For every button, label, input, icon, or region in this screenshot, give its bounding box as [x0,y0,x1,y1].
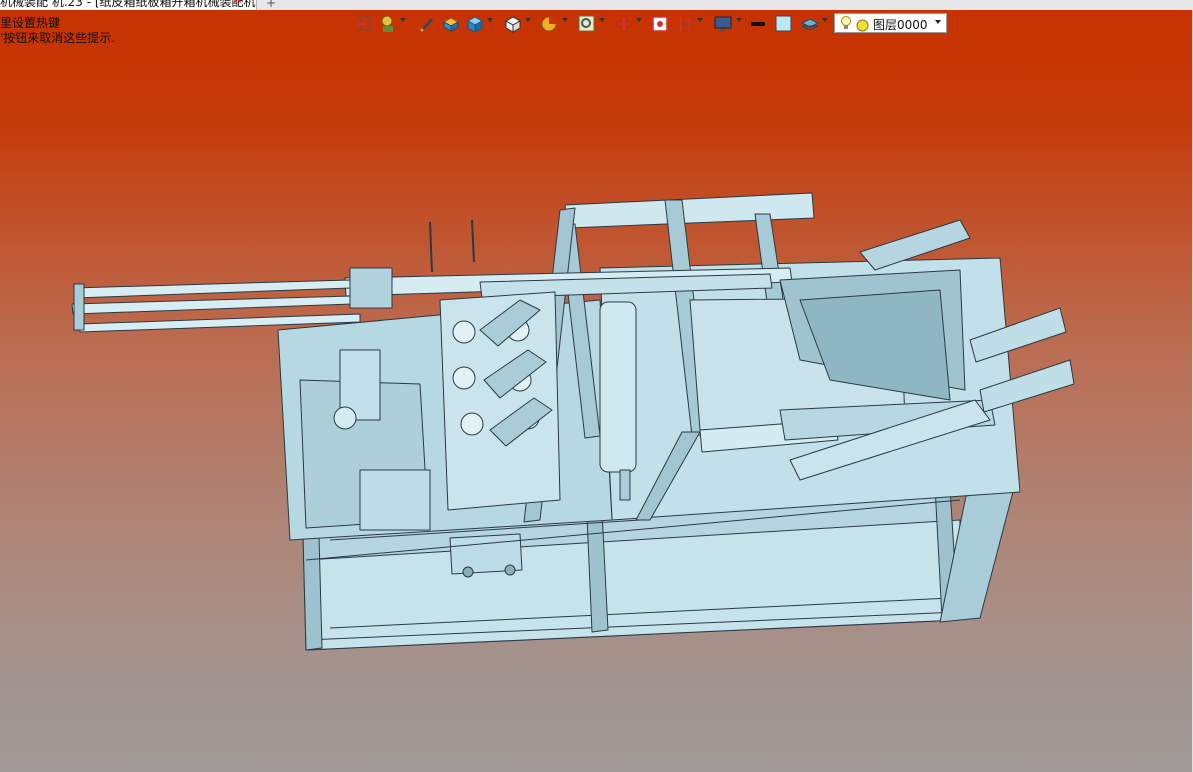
roller [460,412,484,436]
cad-model-viewport[interactable] [0,0,1193,772]
left-lower-block [359,469,431,531]
wheel [462,566,474,578]
roller [452,366,476,390]
vertical-rod [471,219,475,263]
guide-rod [71,295,353,315]
roller [452,320,476,344]
rod-end-block [73,283,85,331]
bearing [333,406,357,430]
gantry-top-rail [564,192,815,229]
wheel [504,564,516,576]
rod-mount [349,267,393,309]
vertical-rod [429,221,433,273]
vertical-cylinder [599,301,637,473]
cylinder-shaft [619,469,631,501]
guide-rod [73,279,351,299]
